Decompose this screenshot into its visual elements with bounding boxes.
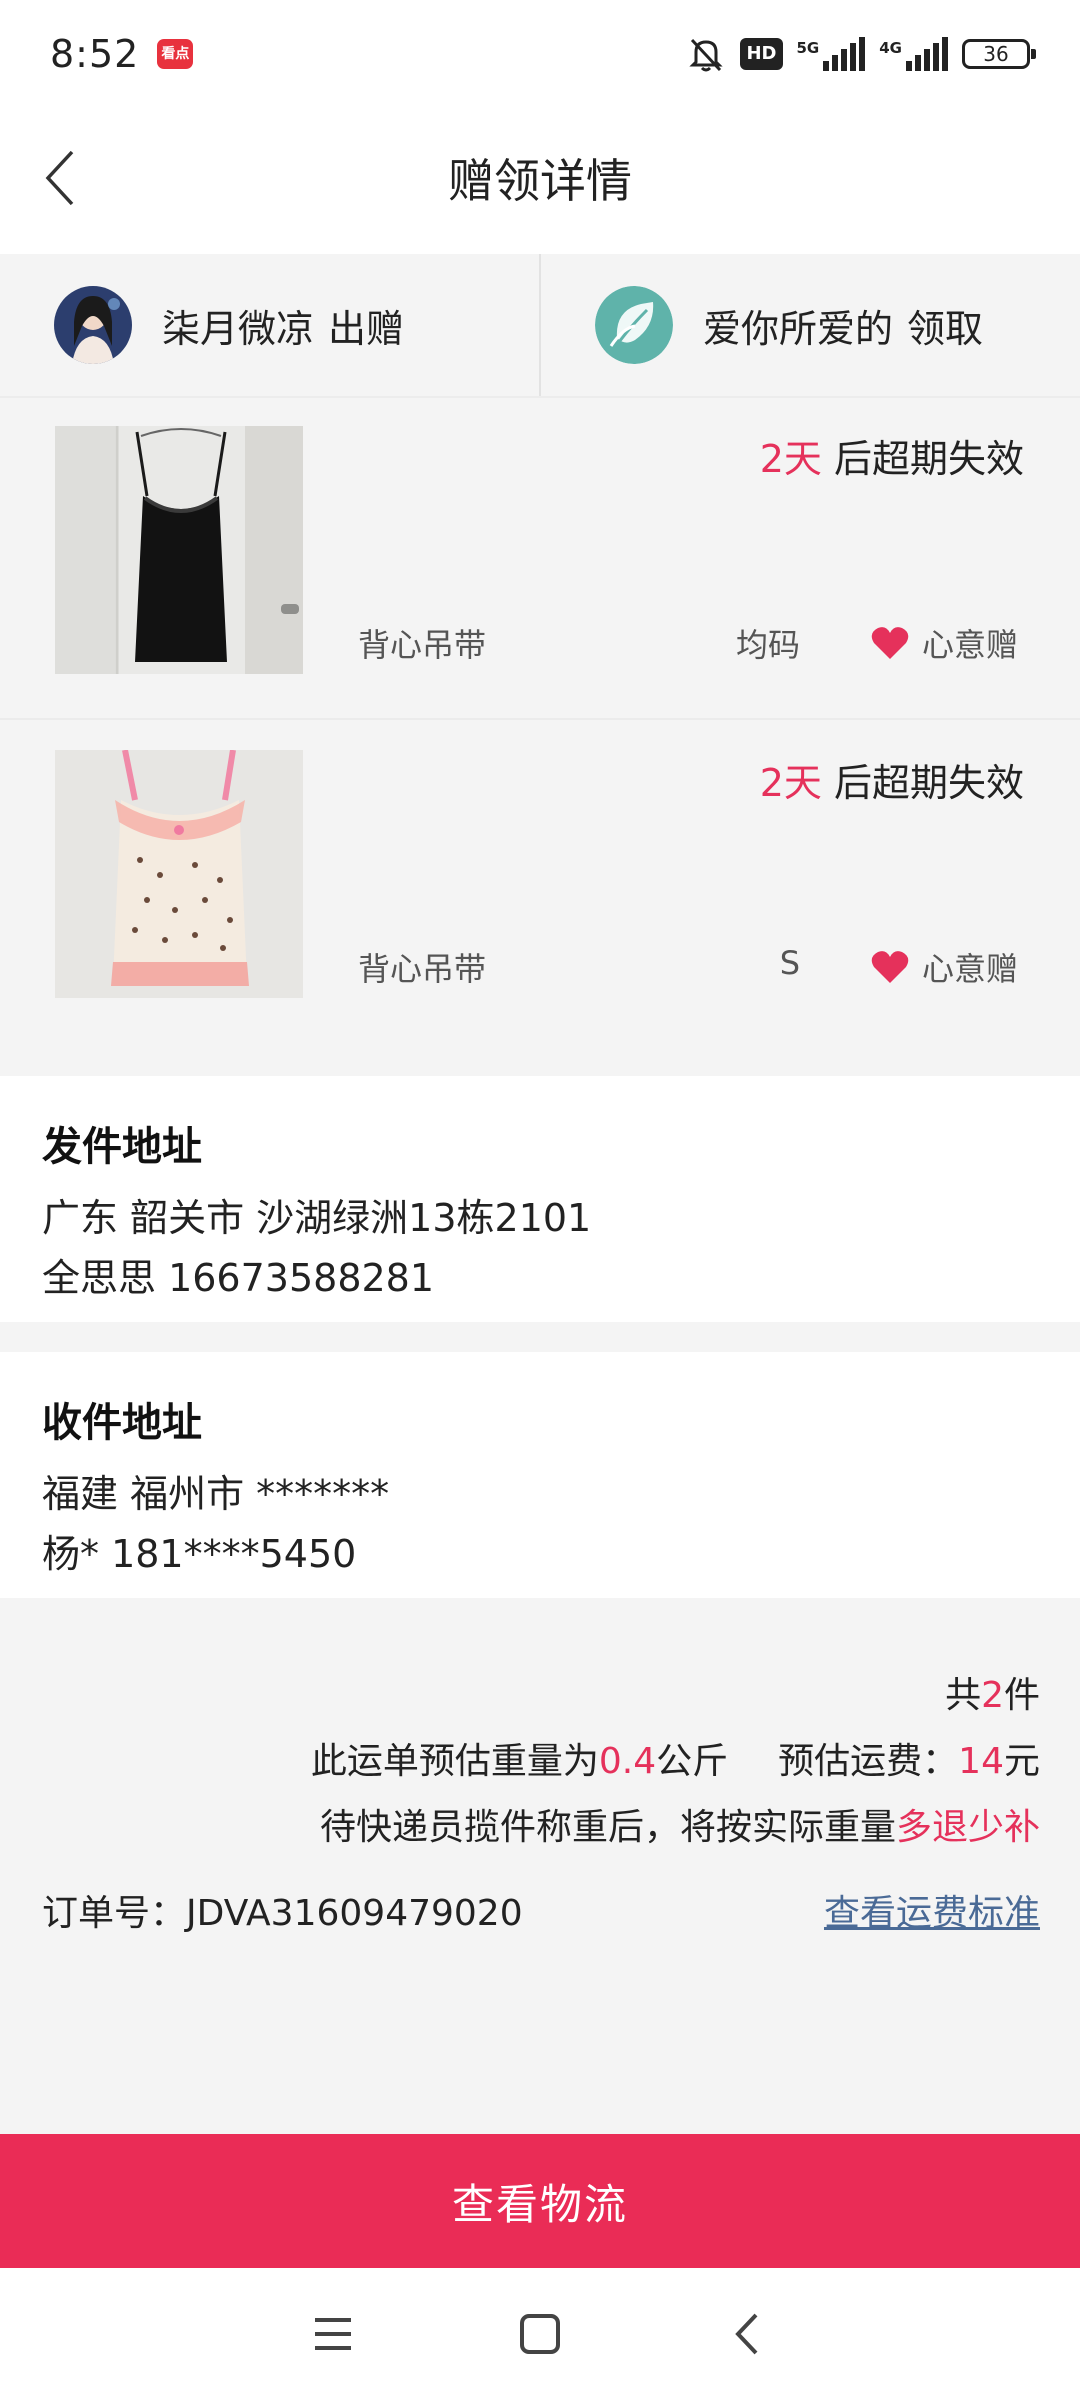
system-nav-bar — [0, 2268, 1080, 2400]
heart-icon — [871, 627, 909, 659]
shipping-summary: 共2件 此运单预估重量为0.4公斤 预估运费：14元 待快递员揽件称重后，将按实际… — [0, 1598, 1080, 2134]
expire-days: 2天 — [759, 761, 822, 805]
item-size: S — [779, 944, 800, 982]
send-address-block: 发件地址 广东 韶关市 沙湖绿洲13栋2101 全思思 16673588281 — [0, 1076, 1080, 1322]
giver-receiver-row: 柒月微凉 出赠 爱你所爱的 领取 — [0, 254, 1080, 398]
fee-prefix: 预估运费： — [778, 1741, 959, 1782]
item-name: 背心吊带 — [358, 626, 487, 664]
receiver-name: 爱你所爱的 — [703, 306, 894, 351]
item-name: 背心吊带 — [358, 950, 487, 988]
receiver-action: 领取 — [907, 306, 984, 351]
item-thumbnail — [55, 426, 303, 674]
net-label-4g: 4G — [879, 39, 902, 57]
hd-voice-icon: HD — [740, 38, 783, 70]
chevron-left-icon — [45, 150, 74, 206]
order-row: 订单号：JDVA31609479020 查看运费标准 — [42, 1884, 1040, 1936]
status-time: 8:52 — [50, 32, 140, 76]
back-button[interactable] — [20, 138, 100, 218]
nav-menu-button[interactable] — [298, 2299, 368, 2369]
page-header: 赠领详情 — [0, 108, 1080, 254]
item-count: 共2件 — [945, 1666, 1040, 1718]
item-tag: 心意赠 — [870, 620, 1018, 666]
heart-icon — [871, 951, 909, 983]
view-logistics-button[interactable]: 查看物流 — [0, 2134, 1080, 2268]
receive-address-title: 收件地址 — [42, 1400, 202, 1446]
send-address-title: 发件地址 — [42, 1124, 202, 1170]
expire-suffix: 后超期失效 — [821, 437, 1024, 481]
note-prefix: 待快递员揽件称重后，将按实际重量 — [319, 1807, 896, 1848]
item-tag-label: 心意赠 — [921, 626, 1018, 664]
receiver-avatar — [595, 286, 673, 364]
home-square-icon — [519, 2314, 560, 2354]
giver-action: 出赠 — [328, 306, 405, 351]
receiver-cell[interactable]: 爱你所爱的 领取 — [539, 254, 1080, 396]
order-label: 订单号： — [42, 1893, 187, 1934]
battery-icon: 36 — [962, 39, 1036, 69]
net-label-5g: 5G — [796, 39, 820, 57]
gift-item[interactable]: 2天 后超期失效 背心吊带 均码 心意赠 — [0, 398, 1080, 720]
fee-value: 14 — [958, 1741, 1004, 1782]
nav-home-button[interactable] — [505, 2299, 575, 2369]
status-icons: HD 5G 4G 36 — [686, 34, 1036, 74]
send-address-region: 广东 韶关市 沙湖绿洲13栋2101 — [42, 1196, 592, 1240]
order-value: JDVA31609479020 — [186, 1893, 523, 1934]
weight-unit: 公斤 — [656, 1741, 729, 1782]
back-chevron-icon — [734, 2313, 758, 2355]
expire-notice: 2天 后超期失效 — [760, 752, 1024, 807]
item-tag: 心意赠 — [870, 944, 1018, 990]
signal-5g-icon: 5G — [797, 37, 866, 71]
expire-days: 2天 — [759, 437, 822, 481]
expire-suffix: 后超期失效 — [821, 761, 1024, 805]
receive-address-block: 收件地址 福建 福州市 ******* 杨* 181****5450 — [0, 1352, 1080, 1598]
fee-standard-link[interactable]: 查看运费标准 — [824, 1884, 1040, 1936]
giver-avatar — [54, 286, 132, 364]
page-title: 赠领详情 — [448, 154, 632, 208]
signal-4g-icon: 4G — [879, 37, 948, 71]
weight-value: 0.4 — [598, 1741, 657, 1782]
count-value: 2 — [981, 1675, 1004, 1716]
giver-name: 柒月微凉 — [162, 306, 315, 351]
note-highlight: 多退少补 — [895, 1807, 1040, 1848]
status-bar: 8:52 看点 HD 5G 4G 36 — [0, 0, 1080, 108]
app-notification-icon: 看点 — [157, 39, 194, 69]
gift-item[interactable]: 2天 后超期失效 背心吊带 S 心意赠 — [0, 722, 1080, 1044]
count-suffix: 件 — [1003, 1675, 1040, 1716]
weighing-note: 待快递员揽件称重后，将按实际重量多退少补 — [320, 1798, 1040, 1850]
weight-and-fee: 此运单预估重量为0.4公斤 预估运费：14元 — [311, 1732, 1040, 1784]
fee-unit: 元 — [1003, 1741, 1040, 1782]
receive-address-contact: 杨* 181****5450 — [42, 1532, 357, 1576]
weight-prefix: 此运单预估重量为 — [310, 1741, 599, 1782]
expire-notice: 2天 后超期失效 — [760, 428, 1024, 483]
order-number: 订单号：JDVA31609479020 — [42, 1884, 523, 1936]
menu-icon — [315, 2318, 352, 2350]
nav-back-button[interactable] — [712, 2299, 782, 2369]
item-size: 均码 — [735, 626, 800, 664]
send-address-contact: 全思思 16673588281 — [42, 1256, 435, 1300]
count-prefix: 共 — [945, 1675, 982, 1716]
mute-bell-icon — [686, 34, 726, 74]
item-thumbnail — [55, 750, 303, 998]
item-tag-label: 心意赠 — [921, 950, 1018, 988]
receive-address-region: 福建 福州市 ******* — [42, 1472, 390, 1516]
giver-cell[interactable]: 柒月微凉 出赠 — [0, 254, 539, 396]
